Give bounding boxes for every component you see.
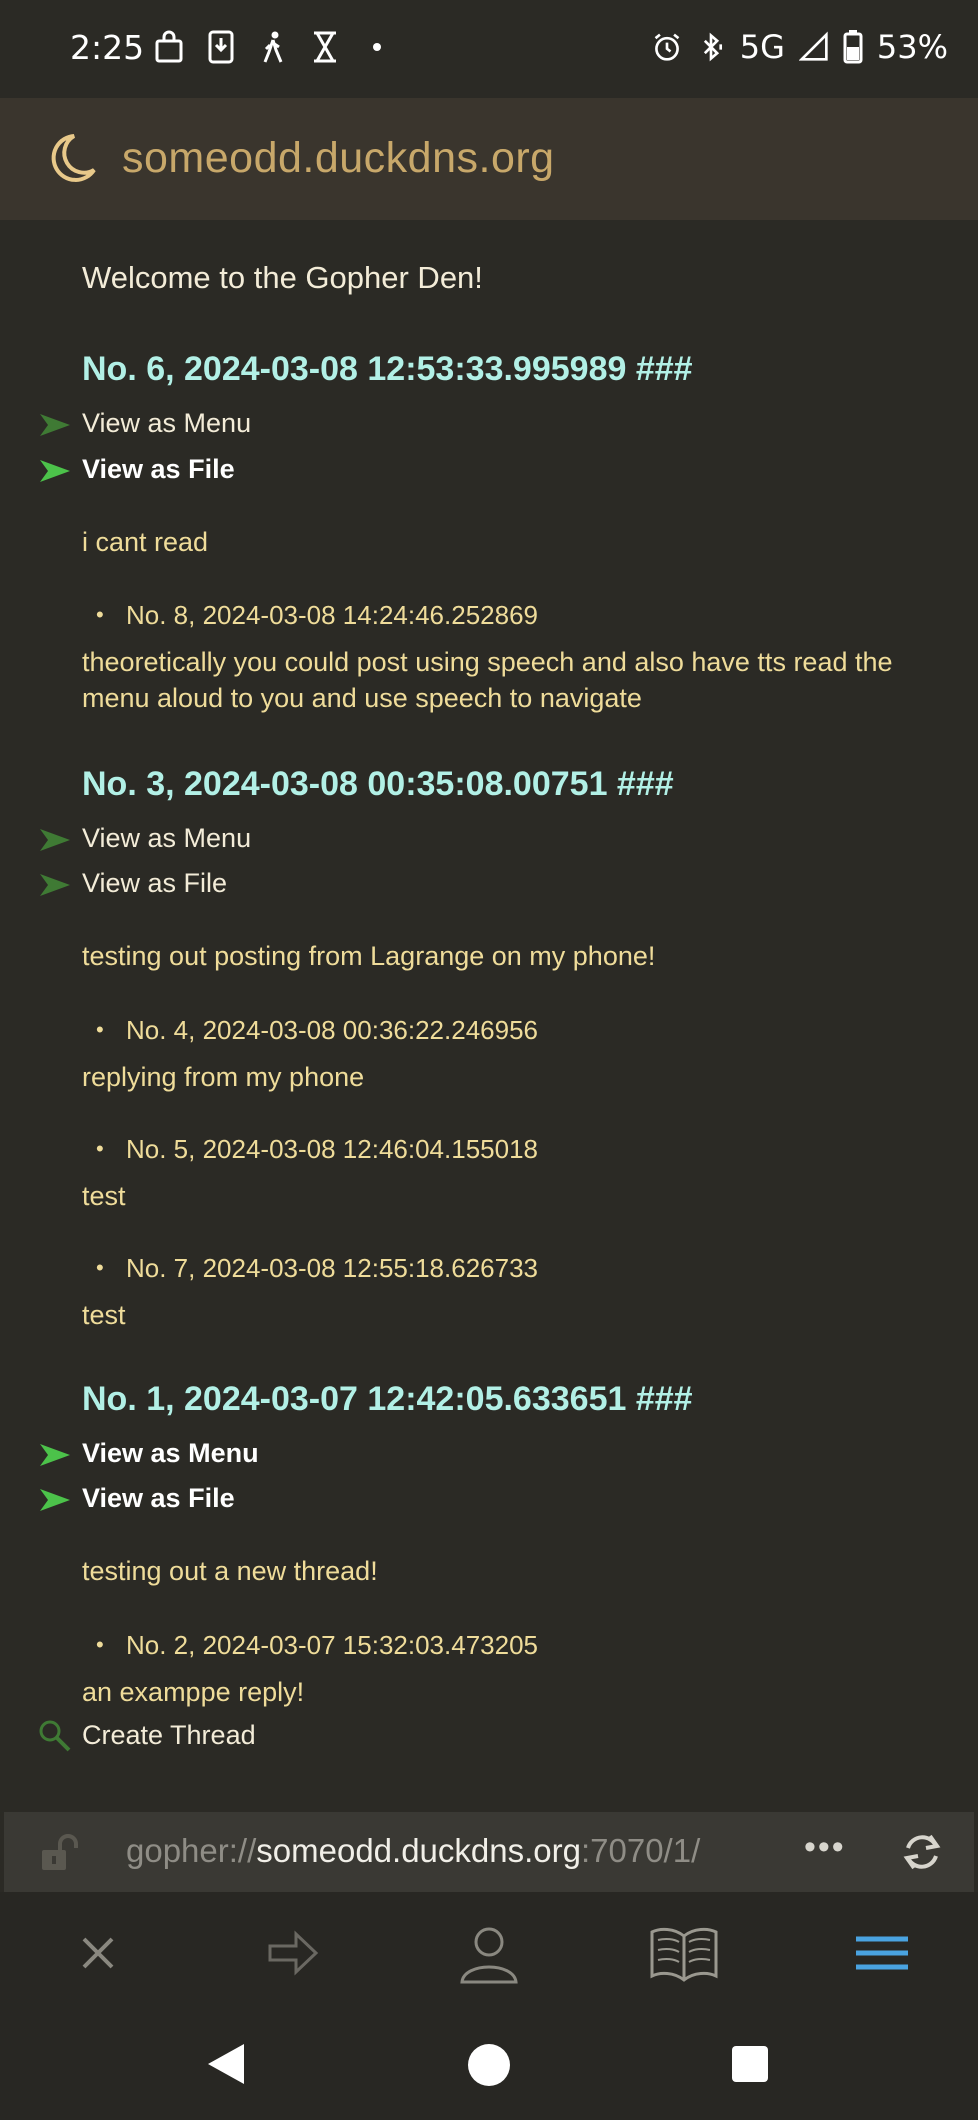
moon-icon xyxy=(51,134,96,182)
notification-icons xyxy=(154,30,392,64)
battery-icon xyxy=(843,30,863,64)
status-time: 2:25 xyxy=(70,28,145,67)
bullet-icon: • xyxy=(96,602,104,627)
bottom-toolbar xyxy=(0,1892,978,2012)
reply-text: test xyxy=(82,1181,126,1211)
walking-icon xyxy=(263,31,283,63)
view-as-file-link[interactable]: View as File xyxy=(82,454,235,485)
recents-square-icon[interactable] xyxy=(730,2044,770,2084)
hourglass-icon xyxy=(314,31,336,63)
link-arrow-icon xyxy=(40,874,70,896)
bullet-icon: • xyxy=(96,1136,104,1161)
status-right: 5G 53% xyxy=(652,28,948,66)
bullet-icon: • xyxy=(96,1632,104,1657)
bluetooth-icon xyxy=(703,32,722,62)
url-bar[interactable]: gopher://someodd.duckdns.org:7070/1/ ••• xyxy=(4,1812,974,1892)
view-as-menu-link[interactable]: View as Menu xyxy=(82,408,251,439)
reply-meta: No. 8, 2024-03-08 14:24:46.252869 xyxy=(126,600,539,630)
view-as-file-link[interactable]: View as File xyxy=(82,1483,235,1514)
reply-text: test xyxy=(82,1300,126,1330)
network-type: 5G xyxy=(739,28,785,66)
back-triangle-icon[interactable] xyxy=(204,2042,246,2086)
thread-body: i cant read xyxy=(82,527,209,557)
thread-heading: No. 6, 2024-03-08 12:53:33.995989 ### xyxy=(82,350,693,388)
view-as-menu-link[interactable]: View as Menu xyxy=(82,1438,259,1469)
create-thread-link[interactable]: Create Thread xyxy=(82,1720,256,1751)
reply-meta: No. 4, 2024-03-08 00:36:22.246956 xyxy=(126,1015,539,1045)
system-nav-bar xyxy=(0,2012,978,2120)
reply-text: theoretically you could post using speec… xyxy=(82,647,893,713)
search-icon xyxy=(39,1720,71,1752)
reply-meta: No. 7, 2024-03-08 12:55:18.626733 xyxy=(126,1253,539,1283)
link-arrow-icon xyxy=(40,1489,70,1511)
signal-icon xyxy=(798,31,828,61)
reload-icon[interactable] xyxy=(900,1830,944,1874)
unlocked-icon[interactable] xyxy=(38,1834,78,1872)
thread-body: testing out a new thread! xyxy=(82,1556,378,1586)
reply-text: an examppe reply! xyxy=(82,1677,305,1707)
bookmarks-icon[interactable] xyxy=(648,1922,720,1984)
link-arrow-icon xyxy=(40,414,70,436)
link-arrow-icon xyxy=(40,460,70,482)
alarm-icon xyxy=(654,33,680,61)
close-icon[interactable] xyxy=(72,1922,124,1984)
link-arrow-icon xyxy=(40,1444,70,1466)
bullet-icon: • xyxy=(96,1017,104,1042)
home-circle-icon[interactable] xyxy=(466,2042,512,2088)
thread-body: testing out posting from Lagrange on my … xyxy=(82,941,656,971)
url-host: someodd.duckdns.org xyxy=(256,1832,581,1869)
url-text[interactable]: gopher://someodd.duckdns.org:7070/1/ xyxy=(126,1832,700,1870)
shopping-bag-icon xyxy=(155,30,183,63)
thread-heading: No. 3, 2024-03-08 00:35:08.00751 ### xyxy=(82,765,674,803)
bullet-icon: • xyxy=(96,1255,104,1280)
view-as-menu-link[interactable]: View as Menu xyxy=(82,823,251,854)
site-title: someodd.duckdns.org xyxy=(122,134,555,182)
more-options-button[interactable]: ••• xyxy=(804,1828,846,1867)
identity-icon[interactable] xyxy=(458,1922,520,1984)
link-arrow-icon xyxy=(40,829,70,851)
reply-meta: No. 5, 2024-03-08 12:46:04.155018 xyxy=(126,1134,539,1164)
url-path: :7070/1/ xyxy=(580,1832,701,1869)
battery-level: 53% xyxy=(876,28,948,66)
thread-heading: No. 1, 2024-03-07 12:42:05.633651 ### xyxy=(82,1380,693,1418)
download-icon xyxy=(208,30,234,64)
reply-text: replying from my phone xyxy=(82,1062,365,1092)
menu-icon[interactable] xyxy=(854,1922,910,1984)
view-as-file-link[interactable]: View as File xyxy=(82,868,227,899)
url-scheme: gopher:// xyxy=(126,1832,257,1869)
status-bar: 2:25 5G 53% xyxy=(0,0,978,98)
welcome-text: Welcome to the Gopher Den! xyxy=(82,260,483,295)
dot-icon xyxy=(373,43,381,51)
forward-icon[interactable] xyxy=(264,1922,322,1984)
reply-meta: No. 2, 2024-03-07 15:32:03.473205 xyxy=(126,1630,539,1660)
